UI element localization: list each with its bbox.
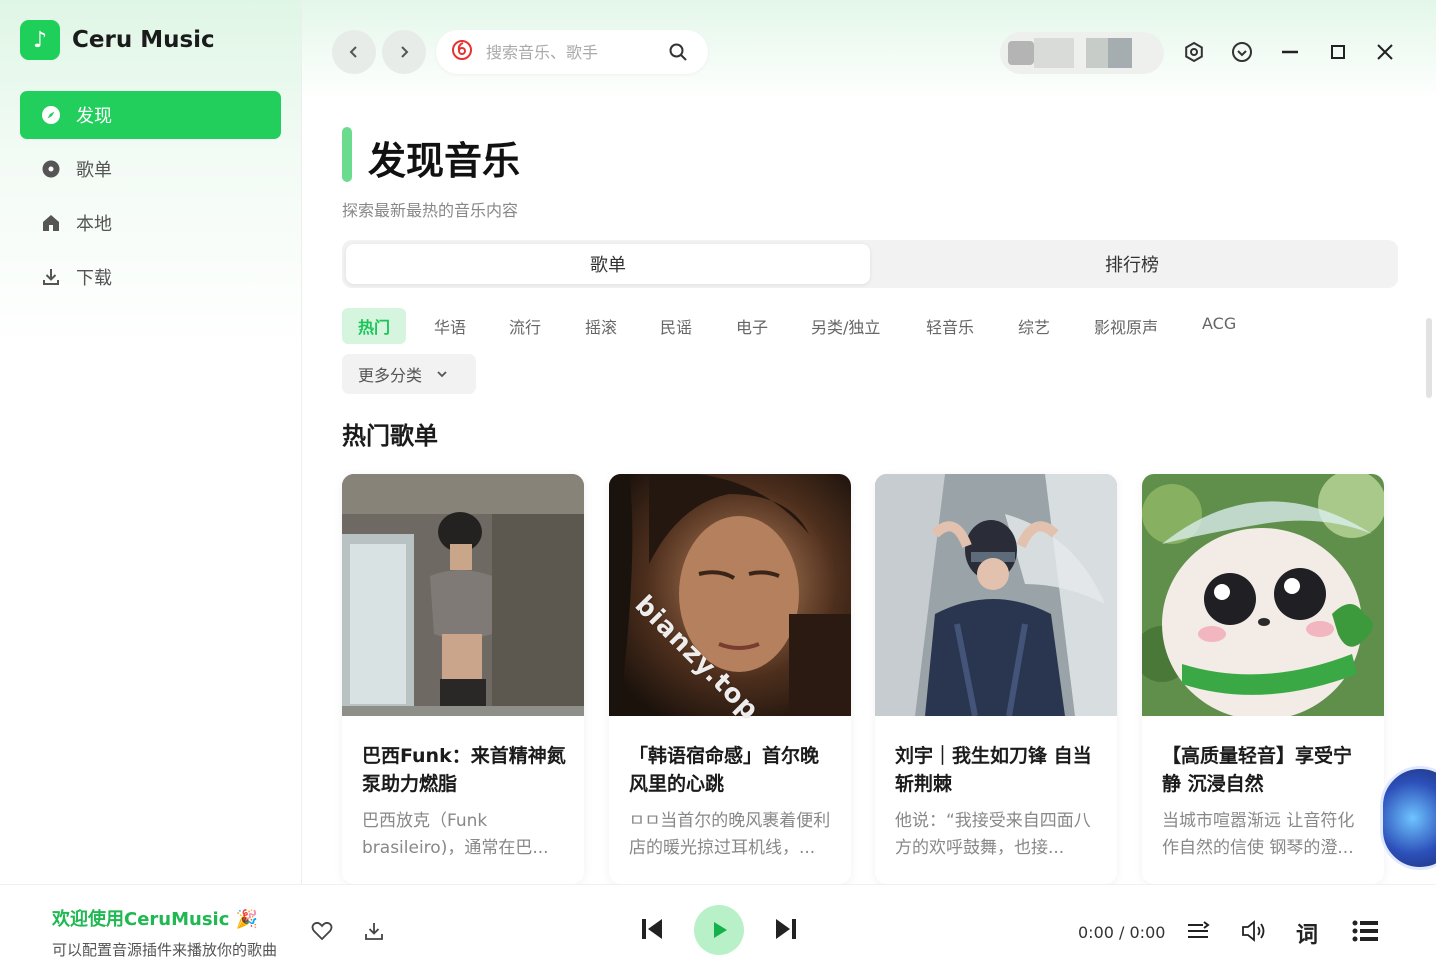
section-title: 热门歌单 [342,422,438,450]
search-icon[interactable] [668,42,688,66]
sidebar-item-label: 发现 [76,106,112,127]
now-playing-title: 欢迎使用CeruMusic 🎉 [52,909,259,930]
sidebar-item-label: 本地 [76,214,112,235]
sidebar-item-playlists[interactable]: 歌单 [20,145,281,193]
category-variety[interactable]: 综艺 [1002,308,1066,344]
sidebar-item-discover[interactable]: 发现 [20,91,281,139]
category-rock[interactable]: 摇滚 [569,308,633,344]
category-soundtrack[interactable]: 影视原声 [1078,308,1174,344]
maximize-icon[interactable] [1324,38,1352,66]
close-icon[interactable] [1371,38,1399,66]
sidebar: ♪ Ceru Music 发现 歌单 本地 下载 [0,0,302,884]
playlist-description: 巴西放克（Funk brasileiro)，通常在巴... [362,811,549,858]
settings-icon[interactable] [1180,38,1208,66]
content-tabs: 歌单 排行榜 [342,240,1398,288]
play-button[interactable] [694,905,744,955]
now-playing-subtitle: 可以配置音源插件来播放你的歌曲 [52,941,278,959]
lyrics-icon[interactable]: 词 [1296,917,1318,949]
avatar [1008,41,1034,65]
sidebar-nav: 发现 歌单 本地 下载 [20,91,281,307]
menu-list-icon[interactable] [1352,919,1378,943]
sidebar-item-label: 歌单 [76,160,112,181]
home-icon [40,213,62,233]
playlist-card[interactable]: 巴西Funk：来首精神氮泵助力燃脂 巴西放克（Funk brasileiro)，… [342,474,584,884]
chevron-down-icon [436,365,448,384]
sidebar-item-label: 下载 [76,268,112,289]
music-note-icon: ♪ [20,20,60,60]
minimize-icon[interactable] [1276,38,1304,66]
playback-time: 0:00 / 0:00 [1078,923,1166,942]
previous-track-icon[interactable] [638,915,666,943]
more-categories-label: 更多分类 [358,366,423,385]
app-logo: ♪ Ceru Music [20,20,215,60]
category-folk[interactable]: 民谣 [644,308,708,344]
playlist-queue-icon[interactable] [1186,919,1210,943]
playlist-description: 当城市喧嚣渐远 让音符化作自然的信使 钢琴的澄... [1162,811,1355,858]
app-name: Ceru Music [72,27,215,53]
category-electronic[interactable]: 电子 [720,308,784,344]
sidebar-item-local[interactable]: 本地 [20,199,281,247]
volume-icon[interactable] [1240,918,1266,944]
download-icon[interactable] [363,920,385,942]
category-chinese[interactable]: 华语 [418,308,482,344]
category-indie[interactable]: 另类/独立 [795,308,896,344]
next-track-icon[interactable] [772,915,800,943]
category-hot[interactable]: 热门 [342,308,407,344]
playlist-cover [1142,474,1384,716]
blurred-username [1086,38,1108,68]
category-acg[interactable]: ACG [1186,305,1252,341]
playlist-cover [875,474,1117,716]
playlist-cover [342,474,584,716]
tab-playlists[interactable]: 歌单 [346,244,870,284]
back-button[interactable] [332,30,376,74]
scrollbar[interactable] [1426,318,1432,398]
playlist-title: 「韩语宿命感」首尔晚风里的心跳 [629,745,820,795]
top-bar [302,0,1436,100]
category-light-music[interactable]: 轻音乐 [910,308,990,344]
page-title: 发现音乐 [368,139,521,183]
compass-icon [40,105,62,125]
disc-icon [40,159,62,179]
netease-logo-icon [452,40,472,64]
blurred-username [1034,38,1074,68]
sidebar-item-downloads[interactable]: 下载 [20,253,281,301]
playlist-description: 他说：“我接受来自四面八方的欢呼鼓舞，也接... [895,811,1091,858]
search-bar[interactable] [436,30,708,74]
forward-button[interactable] [382,30,426,74]
playlist-title: 巴西Funk：来首精神氮泵助力燃脂 [362,745,566,795]
playlist-title: 【高质量轻音】享受宁静 沉浸自然 [1162,745,1353,795]
title-accent-bar [342,127,352,182]
playlist-title: 刘宇｜我生如刀锋 自当斩荆棘 [895,745,1092,795]
blurred-username [1108,38,1132,68]
chevron-right-icon [401,46,409,58]
heart-icon[interactable] [310,919,334,943]
download-icon [40,267,62,287]
chevron-left-icon [349,46,357,58]
playlist-card[interactable]: 刘宇｜我生如刀锋 自当斩荆棘 他说：“我接受来自四面八方的欢呼鼓舞，也接... [875,474,1117,884]
more-categories-dropdown[interactable]: 更多分类 [342,354,476,394]
search-input[interactable] [486,42,646,62]
user-profile[interactable] [1000,32,1164,74]
category-pop[interactable]: 流行 [493,308,557,344]
playlist-description: ㅁㅁ当首尔的晚风裹着便利店的暖光掠过耳机线，... [629,811,831,858]
assistant-avatar[interactable] [1380,766,1436,870]
tab-charts[interactable]: 排行榜 [870,244,1394,284]
app-window: ♪ Ceru Music 发现 歌单 本地 下载 搜索音乐、歌手 发现音乐 探索… [0,0,1436,980]
playlist-card[interactable]: 【高质量轻音】享受宁静 沉浸自然 当城市喧嚣渐远 让音符化作自然的信使 钢琴的澄… [1142,474,1384,884]
player-bar: 欢迎使用CeruMusic 🎉 可以配置音源插件来播放你的歌曲 0:00 / 0… [0,884,1436,980]
play-icon [714,922,727,938]
page-subtitle: 探索最新最热的音乐内容 [342,201,519,220]
check-circle-icon[interactable] [1228,38,1256,66]
